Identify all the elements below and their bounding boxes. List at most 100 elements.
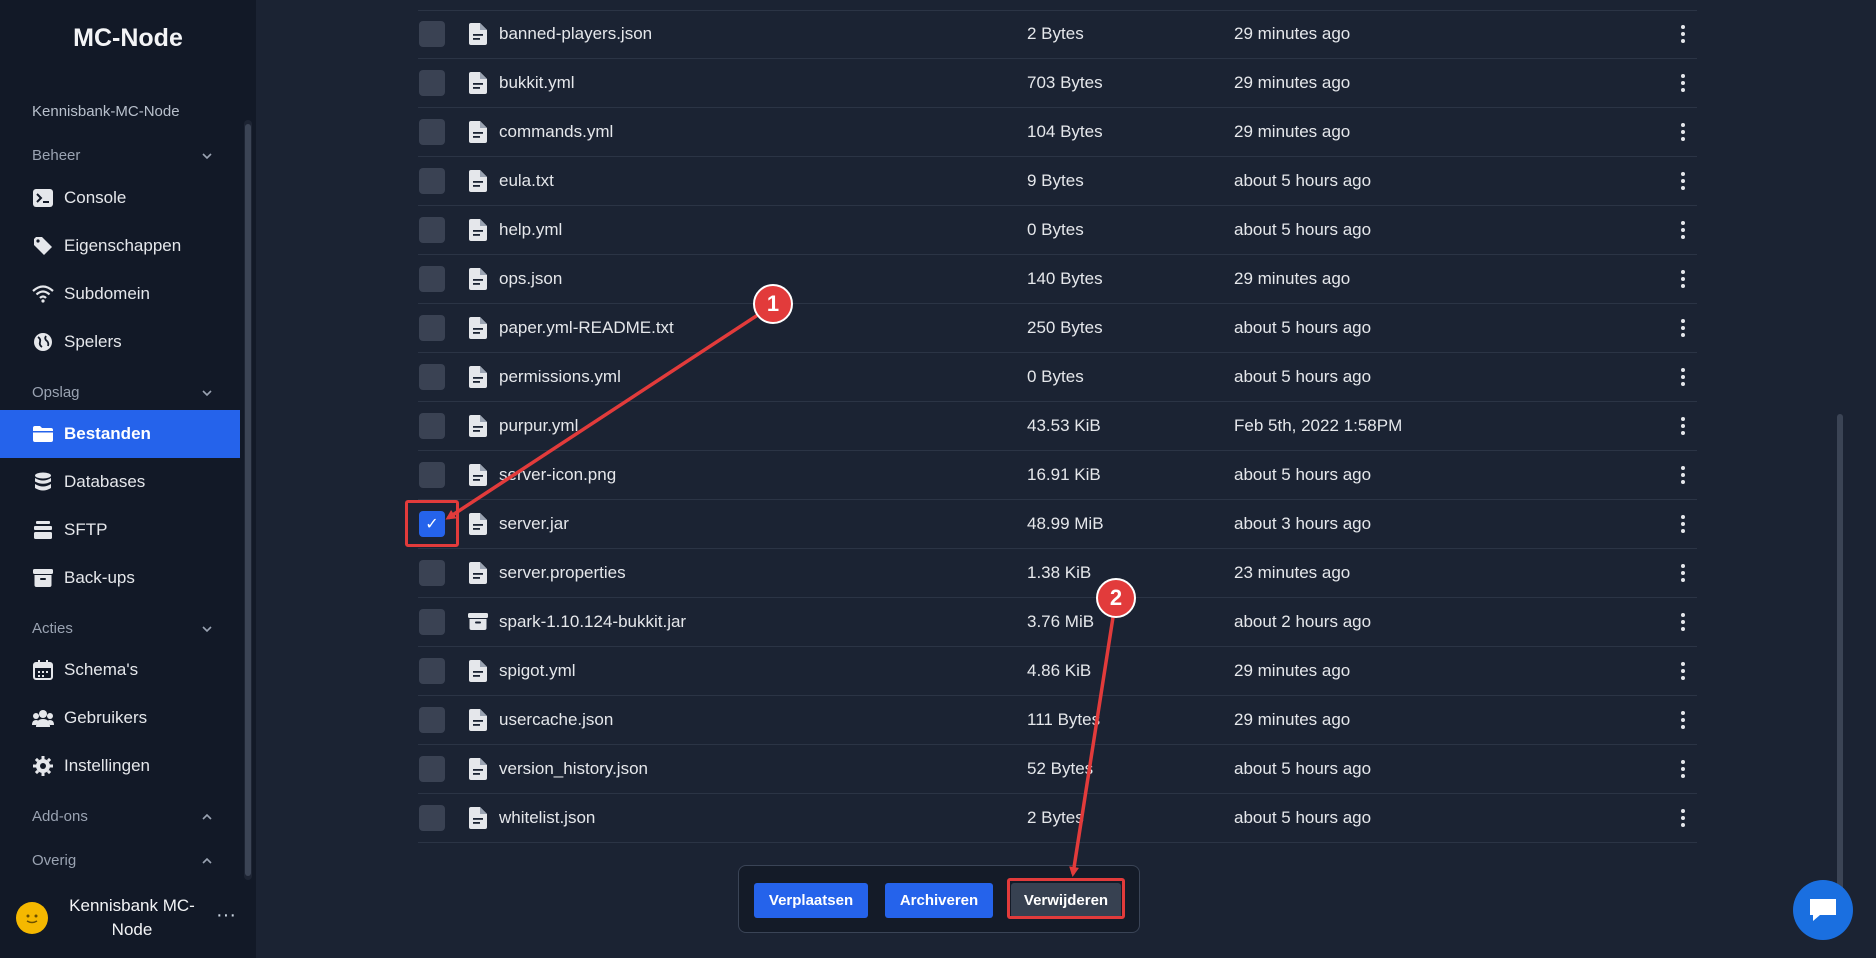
section-overig[interactable]: Overig [32,852,212,869]
file-name[interactable]: paper.yml-README.txt [499,318,674,338]
row-checkbox[interactable] [419,217,445,243]
chat-button[interactable] [1793,880,1853,940]
row-checkbox[interactable] [419,756,445,782]
row-checkbox[interactable] [419,413,445,439]
file-modified: 29 minutes ago [1234,269,1351,288]
globe-icon [32,331,54,353]
table-row[interactable]: commands.yml 104 Bytes 29 minutes ago [418,108,1697,157]
table-row[interactable]: version_history.json 52 Bytes about 5 hour… [418,745,1697,794]
file-name[interactable]: server-icon.png [499,465,616,485]
file-size: 703 Bytes [1027,73,1103,92]
table-row[interactable]: help.yml 0 Bytes about 5 hours ago [418,206,1697,255]
sidebar-item-bestanden[interactable]: Bestanden [0,410,240,458]
file-name[interactable]: bukkit.yml [499,73,575,93]
more-vertical-icon[interactable] [1675,365,1691,389]
more-vertical-icon[interactable] [1675,169,1691,193]
row-checkbox[interactable] [419,119,445,145]
row-checkbox[interactable] [419,168,445,194]
table-row[interactable]: ops.json 140 Bytes 29 minutes ago [418,255,1697,304]
sidebar-item-instellingen[interactable]: Instellingen [0,742,240,790]
more-vertical-icon[interactable] [1675,218,1691,242]
archive-button[interactable]: Archiveren [885,883,993,918]
row-checkbox[interactable] [419,609,445,635]
more-vertical-icon[interactable] [1675,71,1691,95]
file-icon [469,807,487,829]
row-checkbox[interactable] [419,266,445,292]
file-name[interactable]: spark-1.10.124-bukkit.jar [499,612,686,632]
row-checkbox[interactable] [419,658,445,684]
file-name[interactable]: version_history.json [499,759,648,779]
more-vertical-icon[interactable] [1675,806,1691,830]
more-vertical-icon[interactable] [1675,708,1691,732]
table-row[interactable]: whitelist.json 2 Bytes about 5 hours ago [418,794,1697,843]
user-profile[interactable]: Kennisbank MC-Node ··· [0,880,256,950]
more-vertical-icon[interactable] [1675,267,1691,291]
sidebar-item-eigenschappen[interactable]: Eigenschappen [0,222,240,270]
row-checkbox[interactable] [419,805,445,831]
file-name[interactable]: server.jar [499,514,569,534]
file-name[interactable]: eula.txt [499,171,554,191]
more-options-button[interactable]: ··· [216,904,236,927]
table-row[interactable]: permissions.yml 0 Bytes about 5 hours ago [418,353,1697,402]
sidebar-item-gebruikers[interactable]: Gebruikers [0,694,240,742]
more-vertical-icon[interactable] [1675,561,1691,585]
row-checkbox[interactable] [419,462,445,488]
table-row[interactable]: banned-players.json 2 Bytes 29 minutes ago [418,10,1697,59]
table-row[interactable]: usercache.json 111 Bytes 29 minutes ago [418,696,1697,745]
file-name[interactable]: banned-players.json [499,24,652,44]
more-vertical-icon[interactable] [1675,757,1691,781]
table-row[interactable]: bukkit.yml 703 Bytes 29 minutes ago [418,59,1697,108]
sidebar-scrollbar-thumb[interactable] [245,124,251,876]
row-checkbox[interactable] [419,70,445,96]
table-row[interactable]: eula.txt 9 Bytes about 5 hours ago [418,157,1697,206]
main-scrollbar-thumb[interactable] [1837,414,1843,914]
row-checkbox[interactable] [419,21,445,47]
file-name[interactable]: whitelist.json [499,808,595,828]
sidebar-item-databases[interactable]: Databases [0,458,240,506]
more-vertical-icon[interactable] [1675,659,1691,683]
file-icon [469,709,487,731]
more-vertical-icon[interactable] [1675,120,1691,144]
row-checkbox[interactable] [419,364,445,390]
file-name[interactable]: help.yml [499,220,562,240]
file-name[interactable]: usercache.json [499,710,613,730]
sidebar-item-back-ups[interactable]: Back-ups [0,554,240,602]
file-size: 43.53 KiB [1027,416,1101,435]
row-checkbox[interactable] [419,560,445,586]
more-vertical-icon[interactable] [1675,610,1691,634]
table-row[interactable]: purpur.yml 43.53 KiB Feb 5th, 2022 1:58PM [418,402,1697,451]
file-name[interactable]: server.properties [499,563,626,583]
file-name[interactable]: spigot.yml [499,661,576,681]
table-row[interactable]: ✓ server.jar 48.99 MiB about 3 hours ago [418,500,1697,549]
section-add-ons[interactable]: Add-ons [32,808,212,825]
table-row[interactable]: server.properties 1.38 KiB 23 minutes ago [418,549,1697,598]
file-modified: about 5 hours ago [1234,318,1372,337]
file-name[interactable]: ops.json [499,269,562,289]
sidebar-item-schemas[interactable]: Schema's [0,646,240,694]
file-name[interactable]: permissions.yml [499,367,621,387]
section-beheer[interactable]: Beheer [32,147,212,164]
table-row[interactable]: spigot.yml 4.86 KiB 29 minutes ago [418,647,1697,696]
section-opslag[interactable]: Opslag [32,384,212,401]
table-row[interactable]: paper.yml-README.txt 250 Bytes about 5 hou… [418,304,1697,353]
more-vertical-icon[interactable] [1675,414,1691,438]
section-acties[interactable]: Acties [32,620,212,637]
move-button[interactable]: Verplaatsen [754,883,868,918]
file-modified: about 3 hours ago [1234,514,1372,533]
file-size: 9 Bytes [1027,171,1084,190]
more-vertical-icon[interactable] [1675,22,1691,46]
sidebar-item-console[interactable]: Console [0,174,240,222]
table-row[interactable]: server-icon.png 16.91 KiB about 5 hours ag… [418,451,1697,500]
sidebar-item-sftp[interactable]: SFTP [0,506,240,554]
sidebar-item-spelers[interactable]: Spelers [0,318,240,366]
workspace-name: Kennisbank-MC-Node [32,103,180,120]
more-vertical-icon[interactable] [1675,463,1691,487]
file-name[interactable]: commands.yml [499,122,613,142]
row-checkbox[interactable] [419,315,445,341]
sidebar-item-subdomein[interactable]: Subdomein [0,270,240,318]
table-row[interactable]: spark-1.10.124-bukkit.jar 3.76 MiB about 2… [418,598,1697,647]
more-vertical-icon[interactable] [1675,316,1691,340]
file-name[interactable]: purpur.yml [499,416,578,436]
row-checkbox[interactable] [419,707,445,733]
more-vertical-icon[interactable] [1675,512,1691,536]
